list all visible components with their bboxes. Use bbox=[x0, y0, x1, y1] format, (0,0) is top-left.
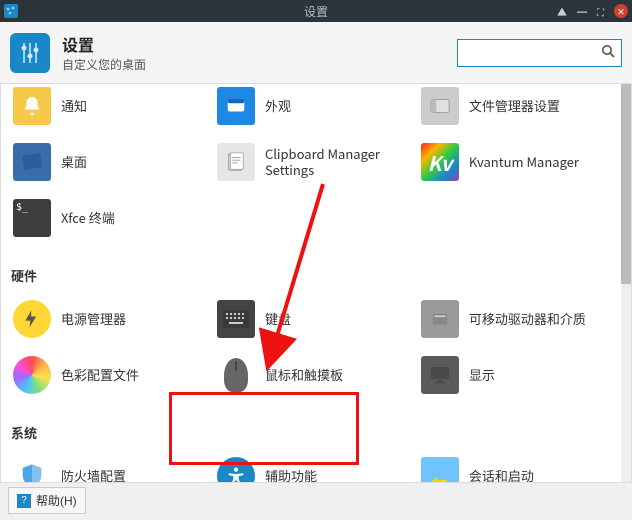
maximize-icon[interactable]: ⛶ bbox=[597, 4, 604, 19]
file-manager-icon bbox=[421, 87, 459, 125]
item-label: 外观 bbox=[265, 98, 291, 114]
shield-icon bbox=[13, 457, 51, 482]
session-icon bbox=[421, 457, 459, 482]
power-icon bbox=[13, 300, 51, 338]
item-label: 显示 bbox=[469, 367, 495, 383]
item-removable-media[interactable]: 可移动驱动器和介质 bbox=[415, 291, 619, 347]
section-hardware-label: 硬件 bbox=[7, 246, 625, 291]
item-display[interactable]: 显示 bbox=[415, 347, 619, 403]
item-label: 文件管理器设置 bbox=[469, 98, 560, 114]
item-kvantum-manager[interactable]: Kv Kvantum Manager bbox=[415, 134, 619, 190]
item-clipboard-manager[interactable]: Clipboard Manager Settings bbox=[211, 134, 415, 190]
terminal-icon: $_ bbox=[13, 199, 51, 237]
item-label: 可移动驱动器和介质 bbox=[469, 311, 586, 327]
item-notifications[interactable]: 通知 bbox=[7, 84, 211, 134]
settings-content: 通知 外观 文件管理器设置 桌面 Clipboard Manager Setti… bbox=[0, 84, 632, 482]
item-label: Kvantum Manager bbox=[469, 154, 579, 170]
system-menu-icon[interactable] bbox=[4, 4, 18, 18]
mouse-icon bbox=[217, 356, 255, 394]
item-file-manager-settings[interactable]: 文件管理器设置 bbox=[415, 84, 619, 134]
item-label: 防火墙配置 bbox=[61, 468, 126, 482]
item-label: Clipboard Manager Settings bbox=[265, 146, 409, 177]
section-system-label: 系统 bbox=[7, 403, 625, 448]
search-icon[interactable] bbox=[601, 43, 615, 63]
item-label: 电源管理器 bbox=[61, 311, 126, 327]
item-label: 鼠标和触摸板 bbox=[265, 367, 343, 383]
clipboard-icon bbox=[217, 143, 255, 181]
item-firewall[interactable]: 防火墙配置 bbox=[7, 448, 211, 482]
desktop-icon bbox=[13, 143, 51, 181]
search-input[interactable] bbox=[464, 46, 601, 60]
item-appearance[interactable]: 外观 bbox=[211, 84, 415, 134]
appearance-icon bbox=[217, 87, 255, 125]
item-session-startup[interactable]: 会话和启动 bbox=[415, 448, 619, 482]
removable-media-icon bbox=[421, 300, 459, 338]
item-accessibility[interactable]: 辅助功能 bbox=[211, 448, 415, 482]
titlebar: 设置 ▲ ━ ⛶ ✕ bbox=[0, 0, 632, 22]
scrollbar-thumb[interactable] bbox=[621, 84, 631, 284]
item-mouse-touchpad[interactable]: 鼠标和触摸板 bbox=[211, 347, 415, 403]
search-box[interactable] bbox=[457, 39, 622, 67]
accessibility-icon bbox=[217, 457, 255, 482]
item-xfce-terminal[interactable]: $_ Xfce 终端 bbox=[7, 190, 211, 246]
item-label: 辅助功能 bbox=[265, 468, 317, 482]
settings-app-icon bbox=[10, 33, 50, 73]
display-icon bbox=[421, 356, 459, 394]
bell-icon bbox=[13, 87, 51, 125]
titlebar-up-icon[interactable]: ▲ bbox=[557, 4, 567, 19]
item-label: 桌面 bbox=[61, 154, 87, 170]
item-label: 色彩配置文件 bbox=[61, 367, 139, 383]
item-label: 通知 bbox=[61, 98, 87, 114]
close-icon[interactable]: ✕ bbox=[614, 4, 628, 18]
help-button[interactable]: ? 帮助(H) bbox=[8, 487, 86, 514]
item-color-profiles[interactable]: 色彩配置文件 bbox=[7, 347, 211, 403]
window-title: 设置 bbox=[304, 3, 328, 20]
help-icon: ? bbox=[17, 494, 31, 508]
kvantum-icon: Kv bbox=[421, 143, 459, 181]
header: 设置 自定义您的桌面 bbox=[0, 22, 632, 84]
item-label: 会话和启动 bbox=[469, 468, 534, 482]
color-icon bbox=[13, 356, 51, 394]
item-label: Xfce 终端 bbox=[61, 210, 115, 226]
page-title: 设置 bbox=[62, 32, 146, 56]
item-desktop[interactable]: 桌面 bbox=[7, 134, 211, 190]
minimize-icon[interactable]: ━ bbox=[577, 4, 587, 19]
keyboard-icon bbox=[217, 300, 255, 338]
help-label: 帮助(H) bbox=[36, 492, 77, 509]
item-keyboard[interactable]: 键盘 bbox=[211, 291, 415, 347]
page-subtitle: 自定义您的桌面 bbox=[62, 56, 146, 73]
footer: ? 帮助(H) bbox=[0, 482, 632, 518]
item-power-manager[interactable]: 电源管理器 bbox=[7, 291, 211, 347]
item-label: 键盘 bbox=[265, 311, 291, 327]
